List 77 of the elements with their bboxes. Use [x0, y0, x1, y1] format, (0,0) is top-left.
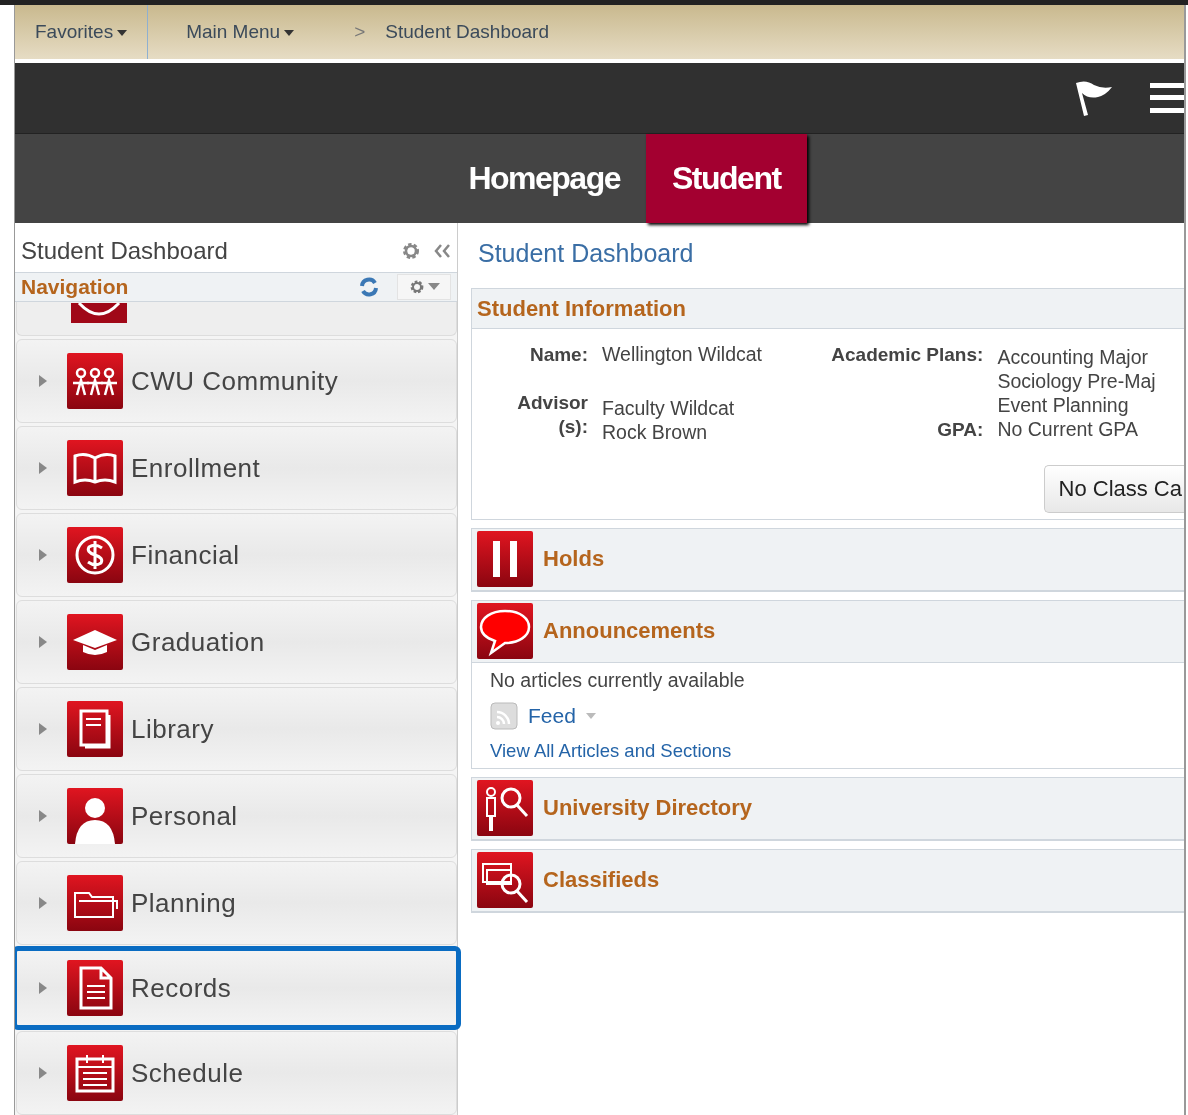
expand-arrow-icon — [39, 375, 47, 387]
cut-off-tile-icon — [71, 303, 127, 323]
folder-icon — [67, 875, 123, 931]
expand-arrow-icon — [39, 810, 47, 822]
field-value: No Current GPA — [997, 417, 1139, 442]
section-heading[interactable]: Classifieds — [543, 867, 660, 894]
navigation-item-label: CWU Community — [131, 365, 339, 397]
navigation-item[interactable]: Records — [15, 946, 461, 1030]
menu-icon[interactable] — [1150, 81, 1184, 115]
speech-bubble-icon — [477, 603, 533, 660]
expand-arrow-icon — [39, 549, 47, 561]
favorites-menu[interactable]: Favorites — [15, 5, 149, 59]
field-value: Event Planning — [997, 393, 1130, 418]
settings-icon — [401, 241, 421, 262]
empty-message: No articles currently available — [490, 668, 746, 692]
expand-arrow-icon — [39, 1067, 47, 1079]
refresh-icon[interactable] — [359, 276, 379, 297]
people-icon — [67, 353, 123, 409]
navigation-item[interactable]: Enrollment — [16, 426, 457, 510]
navigation-item-label: Enrollment — [131, 452, 261, 484]
field-label: GPA: — [936, 417, 984, 442]
person-magnifier-icon — [477, 780, 533, 837]
expand-arrow-icon — [39, 462, 47, 474]
section-heading[interactable]: University Directory — [543, 795, 753, 822]
navigation-item[interactable]: Planning — [16, 861, 457, 945]
document-icon — [67, 960, 123, 1016]
navigation-title: Navigation — [21, 274, 130, 299]
field-label: Advisor (s): — [516, 391, 588, 439]
field-value: Accounting Major — [997, 346, 1150, 370]
field-value: Faculty Wildcat — [602, 397, 736, 421]
expand-arrow-icon — [39, 982, 47, 994]
expand-arrow-icon — [39, 636, 47, 648]
main-menu[interactable]: Main Menu — [148, 5, 315, 59]
expand-arrow-icon — [39, 897, 47, 909]
navigation-item-label: Planning — [131, 887, 237, 919]
header-tab[interactable]: Homepage — [442, 134, 646, 223]
section-heading[interactable]: Announcements — [543, 618, 716, 645]
navigation-item[interactable]: Financial — [16, 513, 457, 597]
book-stack-icon — [67, 701, 123, 757]
dollar-coin-icon — [67, 527, 123, 583]
panel-heading: Student Information — [477, 295, 686, 322]
header-tab[interactable]: Student — [646, 134, 807, 223]
feed-link[interactable]: Feed — [528, 703, 576, 728]
navigation-item[interactable]: Personal — [16, 774, 457, 858]
settings-icon — [408, 278, 425, 295]
caret-icon — [427, 283, 440, 291]
field-value: Sociology Pre-Maj — [997, 370, 1157, 394]
settings-dropdown[interactable] — [397, 273, 451, 300]
navigation-item[interactable]: CWU Community — [16, 339, 457, 423]
field-value: Wellington Wildcat — [602, 343, 764, 367]
view-all-link[interactable]: View All Articles and Sections — [490, 739, 1166, 762]
navigation-item-label: Schedule — [131, 1057, 244, 1089]
expand-arrow-icon — [39, 723, 47, 735]
rss-feed-icon — [490, 701, 518, 730]
navigation-item-label: Records — [131, 972, 232, 1004]
navigation-item[interactable]: Library — [16, 687, 457, 771]
field-label: Academic Plans: — [830, 343, 984, 367]
calendar-icon — [67, 1045, 123, 1101]
graduation-cap-icon — [67, 614, 123, 670]
section-heading[interactable]: Holds — [543, 546, 605, 573]
navigation-item[interactable]: Schedule — [16, 1031, 457, 1115]
navigation-item[interactable]: Graduation — [16, 600, 457, 684]
navigation-item-label: Personal — [131, 800, 238, 832]
navigation-item-label: Graduation — [131, 626, 265, 658]
pause-icon — [477, 531, 533, 588]
navigation-item-label: Library — [131, 713, 214, 745]
field-value: Rock Brown — [602, 420, 709, 445]
panel-title: Student Dashboard — [21, 237, 229, 266]
breadcrumb-separator: > — [353, 21, 367, 43]
book-icon — [67, 440, 123, 496]
field-label: Name: — [528, 343, 588, 367]
breadcrumb-current[interactable]: Student Dashboard — [385, 21, 549, 43]
class-button[interactable]: No Class Ca — [1043, 464, 1184, 513]
person-icon — [67, 788, 123, 844]
page-title: Student Dashboard — [477, 239, 695, 268]
cards-magnifier-icon — [477, 852, 533, 909]
navigation-item-label: Financial — [131, 539, 240, 571]
